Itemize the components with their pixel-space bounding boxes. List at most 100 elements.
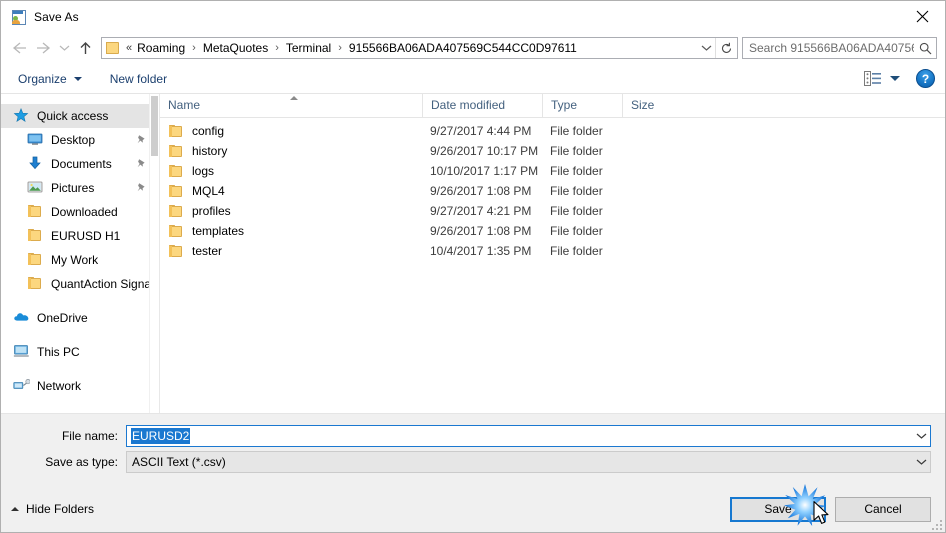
breadcrumb-separator-1[interactable]: › (270, 42, 284, 54)
sidebar-item-onedrive[interactable]: OneDrive (1, 306, 159, 330)
column-header-type[interactable]: Type (542, 94, 622, 117)
save-button[interactable]: Save (730, 496, 826, 522)
table-row[interactable]: profiles 9/27/2017 4:21 PM File folder (160, 201, 945, 221)
sidebar-scrollbar-thumb[interactable] (151, 96, 158, 156)
file-date-cell: 9/26/2017 1:08 PM (430, 184, 532, 198)
search-icon[interactable] (914, 38, 936, 58)
sidebar-item-label: Pictures (51, 181, 95, 195)
sidebar-item-documents[interactable]: Documents (1, 152, 159, 176)
hide-folders-button[interactable]: Hide Folders (11, 502, 94, 516)
table-row[interactable]: history 9/26/2017 10:17 PM File folder (160, 141, 945, 161)
pin-icon[interactable] (136, 134, 147, 145)
table-row[interactable]: config 9/27/2017 4:44 PM File folder (160, 121, 945, 141)
column-header-date-modified[interactable]: Date modified (422, 94, 542, 117)
sidebar-item-eurusd-h1[interactable]: EURUSD H1 (1, 224, 159, 248)
sidebar-item-label: This PC (37, 345, 80, 359)
view-layout-icon[interactable] (863, 71, 881, 87)
folder-icon (168, 204, 184, 218)
table-row[interactable]: MQL4 9/26/2017 1:08 PM File folder (160, 181, 945, 201)
monitor-icon (27, 132, 44, 148)
sidebar-item-my-work[interactable]: My Work (1, 248, 159, 272)
file-name-cell: tester (160, 244, 422, 258)
footer-buttons: Save Cancel (730, 496, 931, 522)
table-row[interactable]: templates 9/26/2017 1:08 PM File folder (160, 221, 945, 241)
address-chevron-down-icon[interactable] (697, 38, 715, 58)
cancel-label: Cancel (864, 502, 902, 516)
file-date-cell: 9/27/2017 4:21 PM (430, 204, 532, 218)
column-header-label: Type (551, 98, 578, 112)
search-input[interactable]: Search 915566BA06ADA40756... (743, 41, 914, 55)
breadcrumb-item-3[interactable]: 915566BA06ADA407569C544CC0D97611 (347, 41, 579, 55)
command-bar: Organize New folder ? (1, 64, 945, 94)
sidebar-scrollbar[interactable] (149, 94, 159, 413)
network-icon (13, 378, 31, 394)
sidebar-item-label: OneDrive (37, 311, 88, 325)
sidebar-item-downloaded[interactable]: Downloaded (1, 200, 159, 224)
table-row[interactable]: tester 10/4/2017 1:35 PM File folder (160, 241, 945, 261)
column-header-size[interactable]: Size (622, 94, 707, 117)
save-as-type-chevron-down-icon[interactable] (913, 452, 930, 472)
breadcrumb-item-0[interactable]: Roaming (135, 41, 187, 55)
search-box[interactable]: Search 915566BA06ADA40756... (742, 37, 937, 59)
file-type-cell: File folder (550, 244, 603, 258)
sidebar-item-network[interactable]: Network (1, 374, 159, 398)
breadcrumb-item-2[interactable]: Terminal (284, 41, 333, 55)
file-type-cell: File folder (550, 204, 603, 218)
sidebar-item-label: Quick access (37, 109, 109, 123)
sidebar-item-quick-access[interactable]: Quick access (1, 104, 159, 128)
breadcrumb: « Roaming › MetaQuotes › Terminal › 9155… (125, 41, 697, 55)
window-title: Save As (34, 9, 79, 24)
file-name-cell: MQL4 (160, 184, 422, 198)
file-name-input[interactable]: EURUSD2 (126, 425, 931, 447)
address-bar[interactable]: « Roaming › MetaQuotes › Terminal › 9155… (101, 37, 738, 59)
sidebar-item-desktop[interactable]: Desktop (1, 128, 159, 152)
pin-icon[interactable] (136, 182, 147, 193)
sidebar-item-this-pc[interactable]: This PC (1, 340, 159, 364)
sidebar-item-quantaction-signal[interactable]: QuantAction Signal (1, 272, 159, 296)
sidebar-item-label: Documents (51, 157, 112, 171)
dialog-body: Quick access Desktop Documents Pictures … (1, 94, 945, 414)
save-as-dialog: Save As « Roaming › MetaQuotes › Termina… (0, 0, 946, 533)
sidebar-item-label: Desktop (51, 133, 96, 147)
close-icon[interactable] (899, 1, 945, 31)
column-header-label: Date modified (431, 98, 506, 112)
save-as-type-row: Save as type: ASCII Text (*.csv) (15, 451, 931, 473)
refresh-icon[interactable] (715, 38, 737, 58)
sidebar-item-pictures[interactable]: Pictures (1, 176, 159, 200)
file-name: tester (192, 244, 223, 258)
save-as-type-select[interactable]: ASCII Text (*.csv) (126, 451, 931, 473)
forward-icon[interactable] (31, 36, 55, 60)
download-arrow-icon (27, 156, 44, 172)
cancel-button[interactable]: Cancel (835, 496, 931, 522)
sidebar-item-label: Network (37, 379, 82, 393)
breadcrumb-separator-0[interactable]: › (187, 42, 201, 54)
folder-icon (106, 41, 122, 55)
resize-grip-icon[interactable] (930, 518, 942, 530)
file-type-cell: File folder (550, 164, 603, 178)
view-chevron-down-icon[interactable] (890, 76, 900, 81)
file-name-chevron-down-icon[interactable] (913, 426, 930, 446)
folder-icon (168, 244, 184, 258)
pin-icon[interactable] (136, 158, 147, 169)
recent-locations-chevron-down-icon[interactable] (55, 36, 73, 60)
chevron-up-icon (11, 507, 19, 511)
sidebar-item-label: EURUSD H1 (51, 229, 121, 243)
back-icon[interactable] (7, 36, 31, 60)
organize-button[interactable]: Organize (15, 67, 85, 91)
column-header-name[interactable]: Name (160, 94, 422, 117)
file-name-value[interactable]: EURUSD2 (131, 428, 191, 444)
breadcrumb-overflow[interactable]: « (125, 42, 135, 54)
sidebar-item-label: Downloaded (51, 205, 118, 219)
new-folder-button[interactable]: New folder (107, 67, 170, 91)
folder-icon (27, 204, 44, 220)
breadcrumb-separator-2[interactable]: › (333, 42, 347, 54)
help-icon[interactable]: ? (916, 69, 935, 88)
column-header-label: Name (168, 98, 201, 112)
up-icon[interactable] (73, 36, 97, 60)
table-row[interactable]: logs 10/10/2017 1:17 PM File folder (160, 161, 945, 181)
breadcrumb-item-1[interactable]: MetaQuotes (201, 41, 270, 55)
file-date-cell: 9/26/2017 10:17 PM (430, 144, 539, 158)
file-type-cell: File folder (550, 124, 603, 138)
file-name-cell: config (160, 124, 422, 138)
